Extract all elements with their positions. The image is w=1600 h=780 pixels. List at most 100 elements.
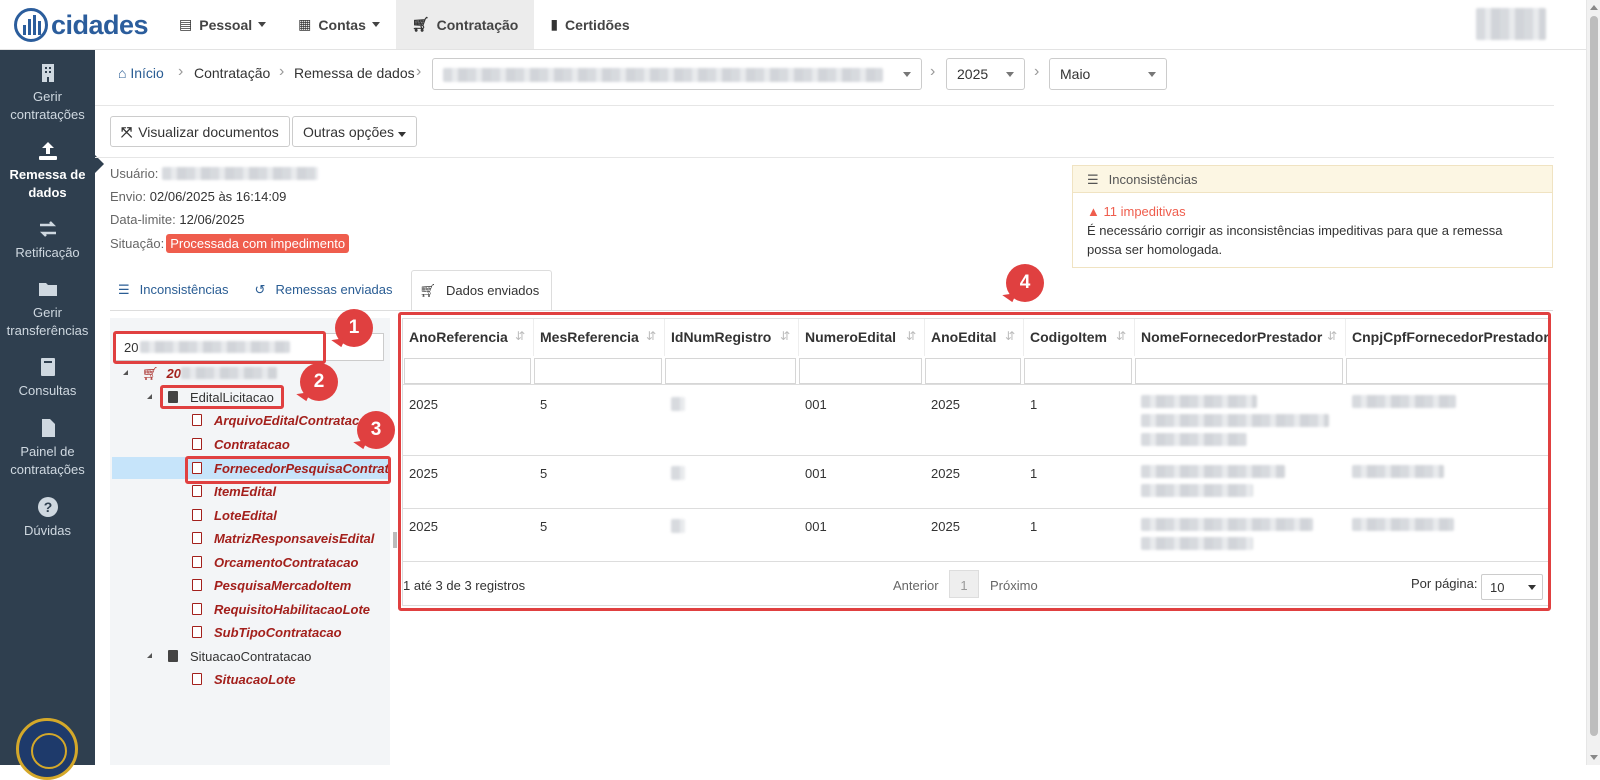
status-badge: Processada com impedimento xyxy=(166,234,350,253)
breadcrumb-home[interactable]: ⌂ Início xyxy=(118,65,164,81)
tab-inconsistencias[interactable]: ☰ Inconsistências xyxy=(110,270,241,311)
tab-label: Inconsistências xyxy=(139,282,229,297)
inconsistencies-body: ▲ 11 impeditivas É necessário corrigir a… xyxy=(1073,193,1552,268)
file-icon xyxy=(192,509,202,521)
scroll-thumb[interactable] xyxy=(1590,16,1598,736)
brand-name: cidades xyxy=(51,9,149,40)
tab-dados-enviados[interactable]: 🛒︎ Dados enviados xyxy=(410,270,553,311)
chevron-down-icon xyxy=(371,22,380,27)
tree-item[interactable]: SubTipoContratacao xyxy=(192,625,342,640)
brand-logo[interactable]: cidades xyxy=(14,8,149,42)
tree-item-label: SubTipoContratacao xyxy=(214,625,342,640)
nav-label: Pessoal xyxy=(199,16,253,33)
file-icon xyxy=(192,438,202,450)
breadcrumb-remessa[interactable]: Remessa de dados xyxy=(294,65,415,81)
sidebar-item-painel[interactable]: Painel de contratações xyxy=(0,417,95,479)
inconsistencies-panel: ☰ Inconsistências ▲ 11 impeditivas É nece… xyxy=(1072,165,1553,268)
sidebar-item-retificacao[interactable]: Retificação xyxy=(0,218,95,262)
tree-folder-situacaocontratacao[interactable]: SituacaoContratacao xyxy=(144,649,311,664)
document-icon: ▮ xyxy=(550,16,559,32)
user-menu[interactable] xyxy=(1476,8,1546,40)
breadcrumb-contratacao[interactable]: Contratação xyxy=(194,65,270,81)
sidebar-label: Consultas xyxy=(18,383,77,398)
user-value-redacted xyxy=(162,167,319,180)
tree-item[interactable]: SituacaoLote xyxy=(192,672,296,687)
tree-item[interactable]: ArquivoEditalContratacao xyxy=(192,413,374,428)
tree-item[interactable]: RequisitoHabilitacaoLote xyxy=(192,602,370,617)
month-value: Maio xyxy=(1060,66,1091,82)
annotation-box-1 xyxy=(113,331,326,364)
tree-item[interactable]: OrcamentoContratacao xyxy=(192,555,358,570)
inconsistencies-title: Inconsistências xyxy=(1108,172,1198,187)
file-icon xyxy=(192,532,202,544)
sidebar-item-duvidas[interactable]: ? Dúvidas xyxy=(0,496,95,540)
file-icon xyxy=(192,673,202,685)
question-icon: ? xyxy=(37,497,58,517)
city-logo-icon xyxy=(14,8,48,42)
entity-select[interactable] xyxy=(432,58,922,90)
page-scrollbar[interactable] xyxy=(1586,0,1600,765)
month-select[interactable]: Maio xyxy=(1049,58,1167,90)
tree-item[interactable]: MatrizResponsaveisEdital xyxy=(192,531,374,546)
sidebar-item-gerir-contratacoes[interactable]: Gerir contratações xyxy=(0,62,95,124)
file-icon xyxy=(192,603,202,615)
year-select[interactable]: 2025 xyxy=(946,58,1025,90)
tree-expand-icon[interactable] xyxy=(144,394,152,399)
chevron-down-icon xyxy=(1148,72,1156,77)
building-icon xyxy=(41,64,54,82)
cart-icon: 🛒︎ xyxy=(419,283,437,298)
chevron-down-icon xyxy=(398,132,407,137)
tab-divider xyxy=(110,310,1553,311)
warning-icon: ▲ xyxy=(1087,204,1100,219)
tree-root-node[interactable]: 🛒︎ 20 xyxy=(120,366,277,382)
sidebar-label: Dúvidas xyxy=(24,523,71,538)
nav-contratacao[interactable]: 🛒︎ Contratação xyxy=(395,0,535,49)
nav-pessoal[interactable]: ▤ Pessoal xyxy=(163,0,282,49)
list-icon: ☰ xyxy=(1087,172,1099,187)
tab-remessas-enviadas[interactable]: ↺ Remessas enviadas xyxy=(247,270,405,311)
view-documents-button[interactable]: ⤧ Visualizar documentos xyxy=(110,116,290,147)
sidebar-item-transferencias[interactable]: Gerir transferências xyxy=(0,278,95,340)
file-icon xyxy=(192,556,202,568)
scroll-up-icon[interactable] xyxy=(1590,5,1598,10)
sidebar: Gerir contratações Remessa de dados Reti… xyxy=(0,50,95,780)
chevron-down-icon xyxy=(258,22,267,27)
tab-bar: ☰ Inconsistências ↺ Remessas enviadas 🛒︎ Da… xyxy=(110,270,558,311)
tab-label: Remessas enviadas xyxy=(275,282,393,297)
entity-value-redacted xyxy=(443,68,883,82)
history-icon: ↺ xyxy=(254,282,266,297)
chevron-down-icon xyxy=(1006,72,1014,77)
tree-item[interactable]: LoteEdital xyxy=(192,508,277,523)
send-info: Envio: 02/06/2025 às 16:14:09 xyxy=(110,189,286,204)
tree-item[interactable]: Contratacao xyxy=(192,437,290,452)
svg-text:?: ? xyxy=(43,499,52,515)
view-documents-label: Visualizar documentos xyxy=(138,124,279,140)
sidebar-item-remessa[interactable]: Remessa de dados xyxy=(0,140,95,202)
nav-certidoes[interactable]: ▮ Certidões xyxy=(534,0,645,49)
impeditive-count-label: 11 impeditivas xyxy=(1103,204,1186,219)
chevron-right-icon: › xyxy=(279,63,285,80)
file-icon xyxy=(41,419,55,437)
sidebar-label: Painel de contratações xyxy=(10,444,85,477)
tree-item-label: RequisitoHabilitacaoLote xyxy=(214,602,371,617)
tree-item[interactable]: PesquisaMercadoItem xyxy=(192,578,351,593)
sidebar-item-consultas[interactable]: Consultas xyxy=(0,356,95,400)
tree-expand-icon[interactable] xyxy=(120,370,128,375)
scroll-down-icon[interactable] xyxy=(1590,755,1598,760)
sidebar-label: Remessa de dados xyxy=(9,167,86,200)
tree-item-label: PesquisaMercadoItem xyxy=(214,578,352,593)
more-options-button[interactable]: Outras opções xyxy=(292,116,418,147)
tree-item[interactable]: ItemEdital xyxy=(192,484,276,499)
root-label-redacted xyxy=(180,367,277,379)
tree-item-label: MatrizResponsaveisEdital xyxy=(214,531,375,546)
nav-label: Certidões xyxy=(565,16,630,33)
sidebar-label: Retificação xyxy=(15,245,80,260)
status-info: Situação: Processada com impedimento xyxy=(110,234,350,253)
tree-root-label: 20 xyxy=(166,366,181,381)
nav-contas[interactable]: ▦ Contas xyxy=(282,0,396,49)
tree-item-label: Contratacao xyxy=(214,437,290,452)
tree-item-label: ArquivoEditalContratacao xyxy=(214,413,375,428)
status-label: Situação: xyxy=(110,236,165,251)
tree-resize-handle[interactable] xyxy=(393,532,397,548)
tree-expand-icon[interactable] xyxy=(144,653,152,658)
